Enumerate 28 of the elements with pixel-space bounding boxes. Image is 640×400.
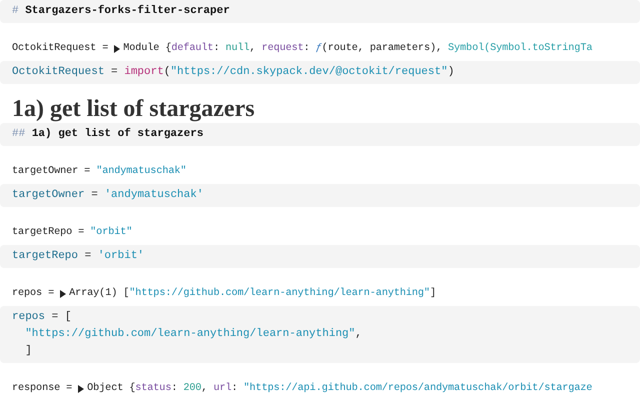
code-cell[interactable]: ## 1a) get list of stargazers: [0, 123, 640, 146]
output-value: Array(1) ["https://github.com/learn-anything/learn-anything"]: [69, 286, 436, 301]
code-cell[interactable]: targetRepo = 'orbit': [0, 245, 640, 268]
output-name: OctokitRequest =: [12, 42, 108, 56]
code-line: ## 1a) get list of stargazers: [12, 126, 204, 142]
code-line: ]: [24, 344, 33, 359]
code-cell[interactable]: repos = [ "https://github.com/learn-anything/learn-anything", ]: [0, 306, 640, 363]
code-cell[interactable]: OctokitRequest = import("https://cdn.skypack.dev/@octokit/request"): [0, 61, 640, 84]
code-cell[interactable]: targetOwner = 'andymatuschak': [0, 184, 640, 207]
code-line: "https://github.com/learn-anything/learn-anything",: [24, 327, 363, 342]
output-value: "orbit": [90, 226, 132, 240]
expand-caret-icon[interactable]: [60, 290, 66, 298]
output-value: "andymatuschak": [96, 164, 186, 179]
code-line: targetOwner = 'andymatuschak': [12, 188, 204, 203]
code-line: repos = [: [12, 310, 72, 325]
output-value: Module {default: null, request: ƒ(route, parameters), Symbol(Symbol.toStringTa: [123, 42, 592, 56]
code-line: # Stargazers-forks-filter-scraper: [12, 4, 231, 19]
output-name: repos =: [12, 287, 54, 301]
expand-caret-icon[interactable]: [114, 45, 120, 53]
code-line: targetRepo = 'orbit': [12, 249, 146, 264]
expand-caret-icon[interactable]: [78, 385, 84, 393]
code-cell[interactable]: # Stargazers-forks-filter-scraper: [0, 0, 640, 23]
output-value: Object {status: 200, url: "https://api.github.com/repos/andymatuschak/orbit/stargaze: [87, 382, 592, 396]
section-heading: 1a) get list of stargazers: [12, 95, 255, 123]
code-line: OctokitRequest = import("https://cdn.skypack.dev/@octokit/request"): [12, 65, 456, 80]
output-name: targetRepo =: [12, 226, 84, 240]
output-name: response =: [12, 382, 72, 396]
output-name: targetOwner =: [12, 165, 90, 179]
